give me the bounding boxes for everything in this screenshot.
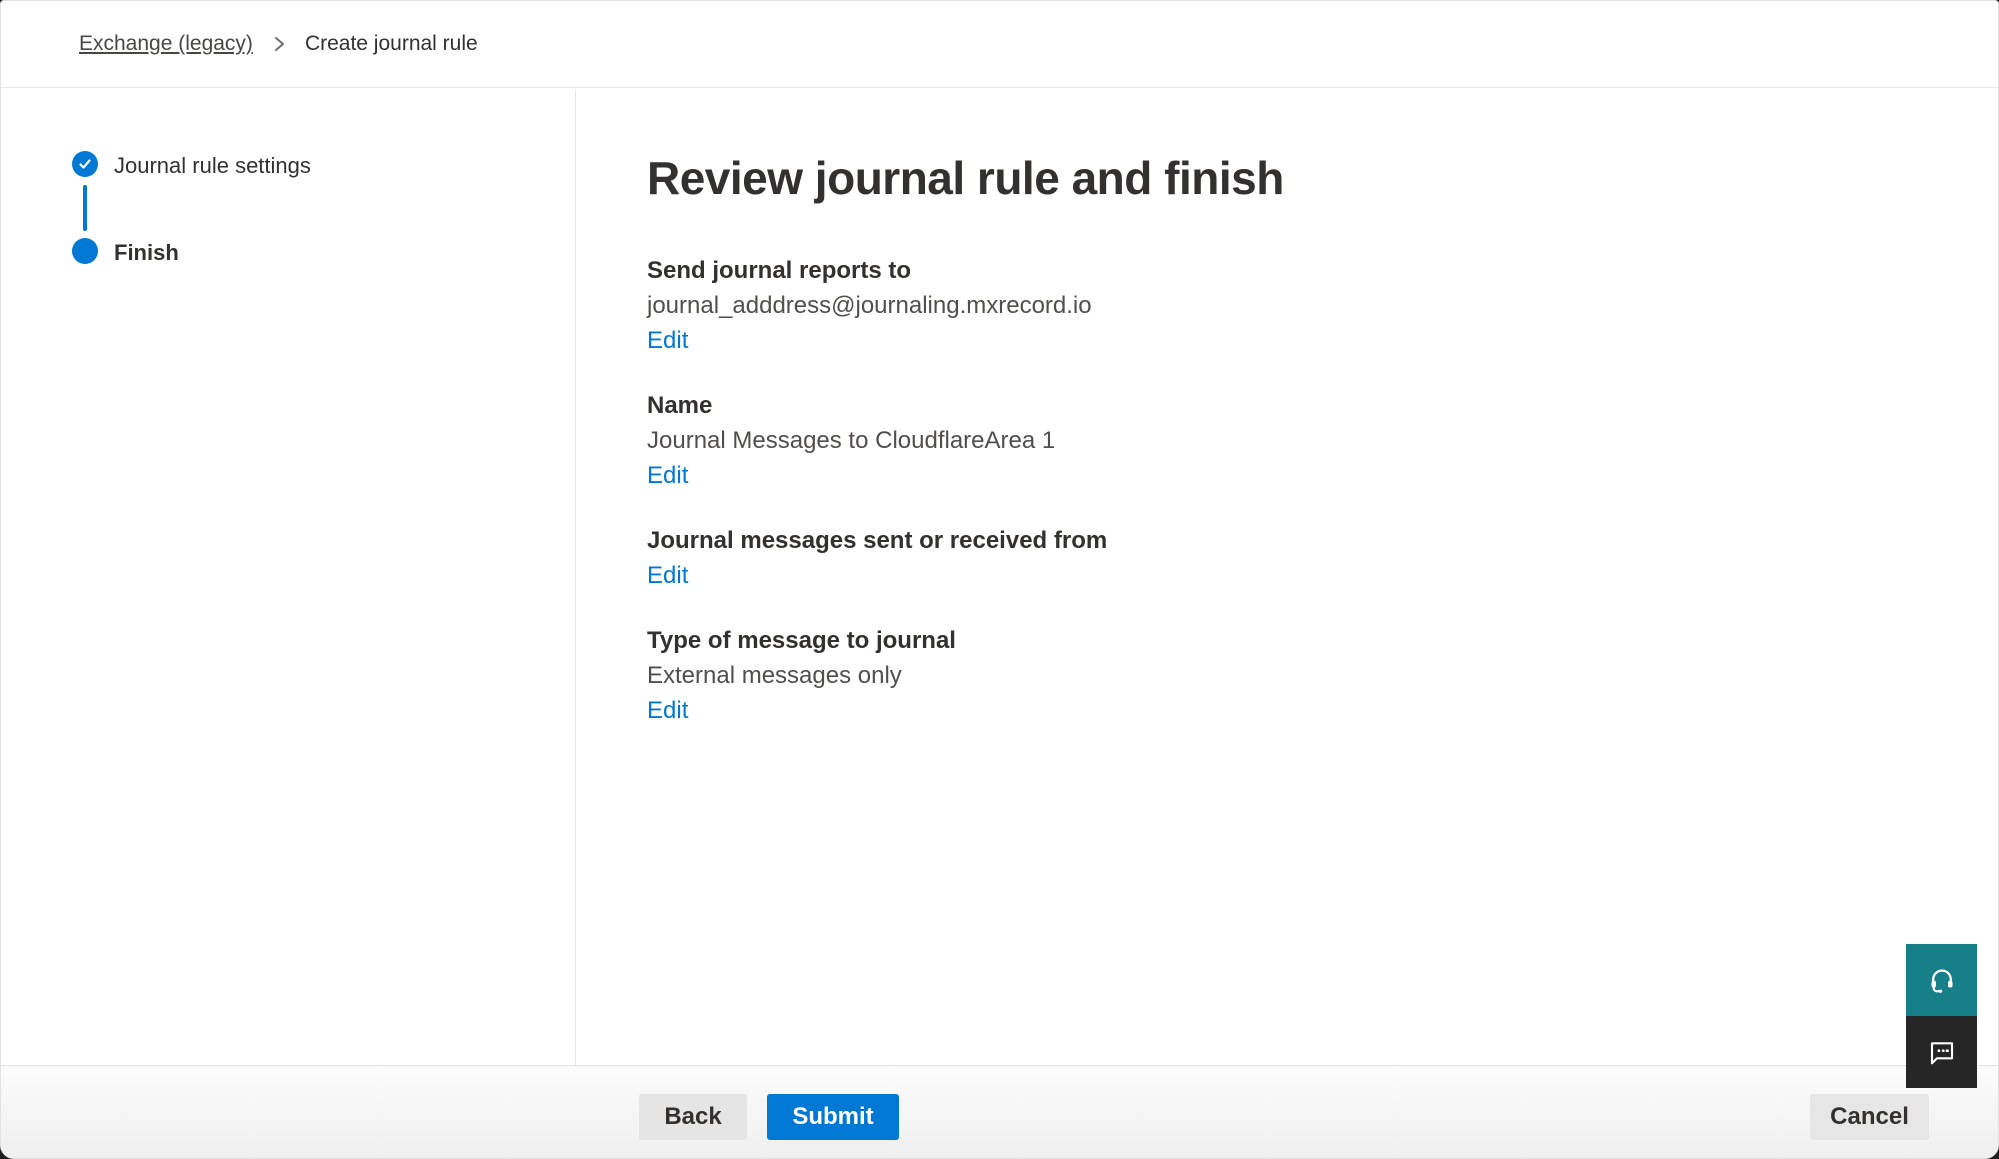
section-heading: Name — [647, 388, 1958, 423]
feedback-button[interactable] — [1906, 1016, 1977, 1088]
journal-report-address-value: journal_adddress@journaling.mxrecord.io — [647, 288, 1958, 323]
top-header: Exchange (legacy) Create journal rule — [1, 1, 1998, 88]
back-button[interactable]: Back — [639, 1094, 747, 1140]
rule-name-value: Journal Messages to CloudflareArea 1 — [647, 423, 1958, 458]
headset-icon — [1927, 965, 1957, 995]
section-heading: Send journal reports to — [647, 253, 1958, 288]
breadcrumb: Exchange (legacy) Create journal rule — [79, 32, 478, 56]
edit-send-journal-reports-link[interactable]: Edit — [647, 323, 688, 358]
chevron-right-icon — [271, 34, 287, 54]
feedback-icon — [1927, 1037, 1957, 1067]
page-title: Review journal rule and finish — [647, 149, 1958, 207]
section-journal-messages-from: Journal messages sent or received from E… — [647, 523, 1958, 593]
wizard-steps-panel: Journal rule settings Finish — [1, 89, 576, 1065]
edit-journal-messages-from-link[interactable]: Edit — [647, 558, 688, 593]
wizard-step-finish: Finish — [114, 240, 179, 266]
review-content: Review journal rule and finish Send jour… — [577, 89, 1998, 1065]
footer-action-bar: Back Submit Cancel — [1, 1065, 1998, 1158]
message-type-value: External messages only — [647, 658, 1958, 693]
help-support-button[interactable] — [1906, 944, 1977, 1016]
edit-name-link[interactable]: Edit — [647, 458, 688, 493]
step-connector-line — [83, 185, 87, 231]
breadcrumb-current: Create journal rule — [305, 32, 478, 56]
section-heading: Type of message to journal — [647, 623, 1958, 658]
section-name: Name Journal Messages to CloudflareArea … — [647, 388, 1958, 493]
submit-button[interactable]: Submit — [767, 1094, 899, 1140]
breadcrumb-link-exchange-legacy[interactable]: Exchange (legacy) — [79, 32, 253, 56]
step-completed-check-icon — [72, 151, 98, 177]
edit-message-type-link[interactable]: Edit — [647, 693, 688, 728]
cancel-button[interactable]: Cancel — [1810, 1094, 1929, 1140]
section-send-journal-reports-to: Send journal reports to journal_adddress… — [647, 253, 1958, 358]
step-current-dot-icon — [72, 238, 98, 264]
section-message-type: Type of message to journal External mess… — [647, 623, 1958, 728]
wizard-step-journal-rule-settings: Journal rule settings — [114, 153, 311, 179]
section-heading: Journal messages sent or received from — [647, 523, 1958, 558]
exchange-admin-window: Exchange (legacy) Create journal rule Jo… — [0, 0, 1999, 1159]
